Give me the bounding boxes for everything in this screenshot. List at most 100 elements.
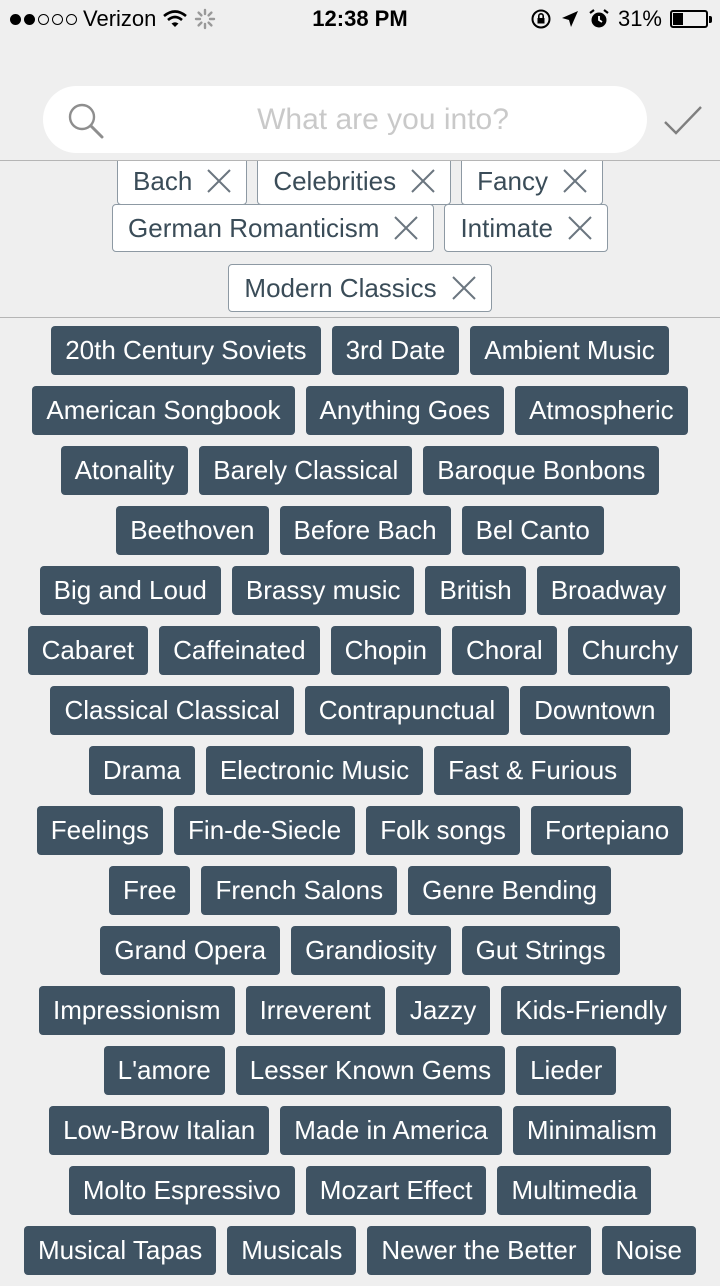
selected-chip: German Romanticism	[112, 204, 435, 252]
battery-percent: 31%	[617, 6, 662, 31]
alarm-icon	[589, 9, 609, 28]
remove-x-icon[interactable]	[206, 168, 232, 194]
interest-tag[interactable]: Drama	[88, 746, 195, 795]
interest-tag[interactable]: Newer the Better	[367, 1226, 591, 1275]
interest-tag[interactable]: Musicals	[227, 1226, 357, 1275]
interest-tag[interactable]: Grandiosity	[291, 926, 451, 975]
interest-tag[interactable]: Chopin	[330, 626, 441, 675]
selected-chip-label: German Romanticism	[128, 212, 380, 243]
interest-tag[interactable]: Electronic Music	[205, 746, 424, 795]
selected-chip: Fancy	[461, 161, 603, 205]
selected-chip: Celebrities	[257, 161, 452, 205]
interest-tag[interactable]: American Songbook	[32, 386, 295, 435]
selected-chip-label: Fancy	[477, 165, 548, 196]
tag-row: Musical Tapas Musicals Newer the Better Noi…	[0, 1226, 720, 1286]
selected-chip-label: Intimate	[460, 212, 553, 243]
selected-chip: Modern Classics	[228, 264, 492, 312]
interest-tag[interactable]: Brassy music	[231, 566, 415, 615]
interest-tag[interactable]: Molto Espressivo	[68, 1166, 295, 1215]
tag-row: Atonality Barely Classical Baroque Bonbons	[0, 446, 720, 506]
search-icon	[68, 103, 104, 139]
interest-tag[interactable]: Fortepiano	[530, 806, 684, 855]
interest-tag[interactable]: Contrapunctual	[304, 686, 510, 735]
interest-tag[interactable]: Jazzy	[395, 986, 491, 1035]
selected-chip-label: Modern Classics	[244, 272, 437, 303]
interest-tag[interactable]: Lesser Known Gems	[235, 1046, 506, 1095]
remove-x-icon[interactable]	[393, 215, 419, 241]
interest-tag[interactable]: Barely Classical	[199, 446, 413, 495]
battery-icon	[670, 10, 712, 28]
tag-row: L'amore Lesser Known Gems Lieder	[0, 1046, 720, 1106]
interest-tag[interactable]: Feelings	[36, 806, 164, 855]
interest-tag[interactable]: Noise	[601, 1226, 696, 1275]
interest-tag[interactable]: L'amore	[103, 1046, 225, 1095]
interest-tag[interactable]: Multimedia	[497, 1166, 652, 1215]
status-right: 31%	[530, 6, 712, 32]
search-bar[interactable]	[43, 86, 647, 153]
interest-tag[interactable]: Minimalism	[512, 1106, 671, 1155]
status-bar: Verizon 12:38 PM 31%	[0, 0, 720, 40]
interest-tag[interactable]: Made in America	[280, 1106, 502, 1155]
interest-tag[interactable]: Fast & Furious	[434, 746, 632, 795]
interest-tag[interactable]: Fin-de-Siecle	[174, 806, 356, 855]
search-input[interactable]	[133, 86, 633, 153]
interest-tag[interactable]: Lieder	[516, 1046, 617, 1095]
tag-row: Molto Espressivo Mozart Effect Multimedia	[0, 1166, 720, 1226]
interest-tag[interactable]: 3rd Date	[331, 326, 460, 375]
interest-tag[interactable]: Low-Brow Italian	[49, 1106, 270, 1155]
tag-row: Cabaret Caffeinated Chopin Choral Churchy	[0, 626, 720, 686]
tag-row: 20th Century Soviets 3rd Date Ambient Musi…	[0, 326, 720, 386]
interest-tag[interactable]: Choral	[452, 626, 557, 675]
interest-tag[interactable]: 20th Century Soviets	[51, 326, 321, 375]
interest-tag[interactable]: Baroque Bonbons	[423, 446, 660, 495]
tag-row: Beethoven Before Bach Bel Canto	[0, 506, 720, 566]
interest-tag-list: 20th Century Soviets 3rd Date Ambient Musi…	[0, 326, 720, 1286]
interest-tag[interactable]: Ambient Music	[470, 326, 669, 375]
interest-tag[interactable]: Cabaret	[27, 626, 149, 675]
interest-tag[interactable]: Big and Loud	[39, 566, 221, 615]
rotation-lock-icon	[531, 9, 551, 29]
tag-row: Big and Loud Brassy music British Broadway	[0, 566, 720, 626]
interest-tag[interactable]: Bel Canto	[461, 506, 604, 555]
tag-row: American Songbook Anything Goes Atmospheri…	[0, 386, 720, 446]
interest-tag[interactable]: Atonality	[60, 446, 189, 495]
tag-row: Classical Classical Contrapunctual Downtow…	[0, 686, 720, 746]
interest-tag[interactable]: Downtown	[520, 686, 670, 735]
interest-tag[interactable]: Caffeinated	[159, 626, 320, 675]
interest-tag[interactable]: Mozart Effect	[305, 1166, 487, 1215]
interest-tag[interactable]: Atmospheric	[515, 386, 688, 435]
selected-chip-label: Celebrities	[273, 165, 397, 196]
selected-chip-label: Bach	[133, 165, 193, 196]
interest-tag[interactable]: Irreverent	[245, 986, 385, 1035]
remove-x-icon[interactable]	[410, 168, 436, 194]
interest-tag[interactable]: Grand Opera	[100, 926, 281, 975]
selected-interests: Bach Celebrities Fancy German Romanticism In…	[0, 160, 720, 318]
tag-row: Drama Electronic Music Fast & Furious	[0, 746, 720, 806]
interest-tag[interactable]: Free	[108, 866, 191, 915]
interest-tag[interactable]: Kids-Friendly	[501, 986, 682, 1035]
selected-chip: Bach	[117, 161, 248, 205]
interest-tag[interactable]: Anything Goes	[305, 386, 505, 435]
interest-tag[interactable]: Churchy	[567, 626, 693, 675]
selected-row: German Romanticism Intimate	[0, 204, 720, 252]
remove-x-icon[interactable]	[567, 215, 593, 241]
tag-row: Grand Opera Grandiosity Gut Strings	[0, 926, 720, 986]
location-arrow-icon	[561, 11, 578, 27]
interest-tag[interactable]: French Salons	[201, 866, 398, 915]
interest-tag[interactable]: Impressionism	[38, 986, 235, 1035]
interest-tag[interactable]: Classical Classical	[50, 686, 294, 735]
interest-tag[interactable]: Musical Tapas	[24, 1226, 217, 1275]
remove-x-icon[interactable]	[562, 168, 588, 194]
interest-tag[interactable]: Genre Bending	[408, 866, 612, 915]
remove-x-icon[interactable]	[451, 275, 477, 301]
interest-tag[interactable]: Before Bach	[279, 506, 451, 555]
interest-tag[interactable]: Folk songs	[366, 806, 520, 855]
checkmark-icon[interactable]	[662, 104, 704, 138]
interest-tag[interactable]: Gut Strings	[461, 926, 620, 975]
tag-row: Free French Salons Genre Bending	[0, 866, 720, 926]
tag-row: Feelings Fin-de-Siecle Folk songs Fortepian…	[0, 806, 720, 866]
selected-chip: Intimate	[444, 204, 608, 252]
interest-tag[interactable]: Beethoven	[116, 506, 269, 555]
interest-tag[interactable]: British	[425, 566, 526, 615]
interest-tag[interactable]: Broadway	[536, 566, 681, 615]
